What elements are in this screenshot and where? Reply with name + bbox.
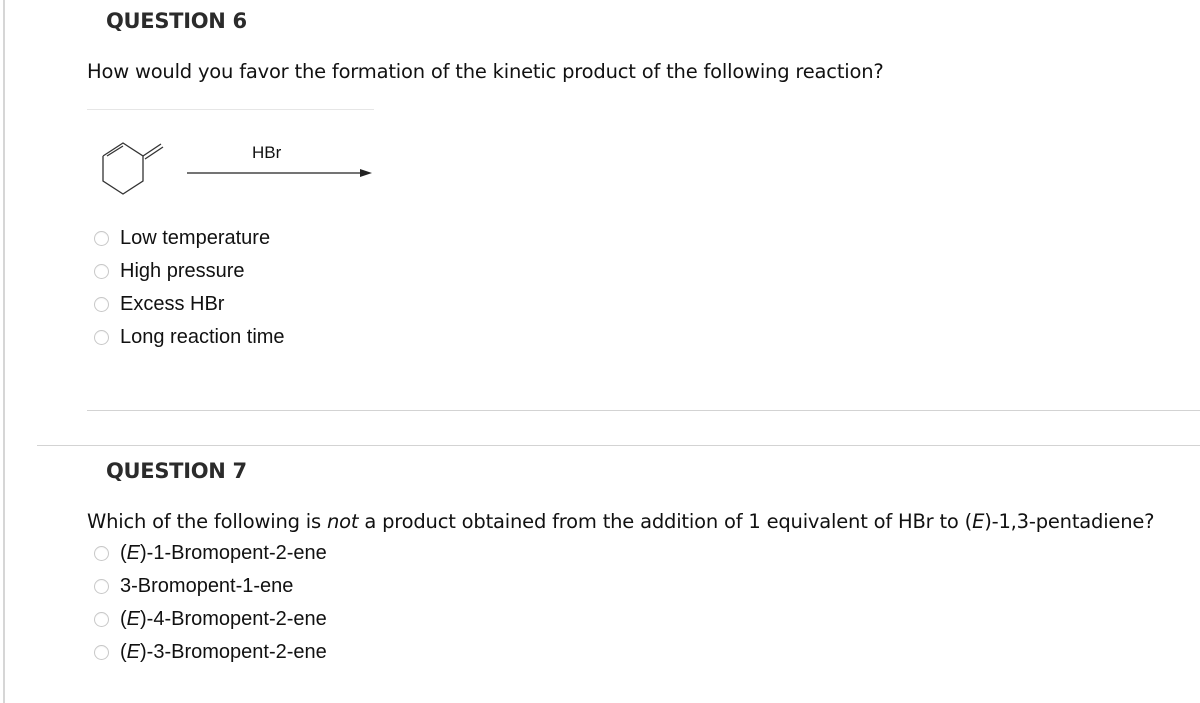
prompt-text: Which of the following is <box>87 510 327 533</box>
option-excess-hbr[interactable]: Excess HBr <box>94 289 224 319</box>
option-label: High pressure <box>120 259 245 282</box>
option-label: (E)-1-Bromopent-2-ene <box>120 541 327 564</box>
radio-button[interactable] <box>94 644 109 660</box>
radio-button[interactable] <box>94 263 109 279</box>
radio-button[interactable] <box>94 329 109 345</box>
question-divider <box>37 445 1200 446</box>
option-e-4-bromopent-2-ene[interactable]: (E)-4-Bromopent-2-ene <box>94 604 327 634</box>
left-border <box>3 0 5 703</box>
option-label: (E)-3-Bromopent-2-ene <box>120 640 327 663</box>
radio-button[interactable] <box>94 296 109 312</box>
option-e-1-bromopent-2-ene[interactable]: (E)-1-Bromopent-2-ene <box>94 538 327 568</box>
option-long-reaction-time[interactable]: Long reaction time <box>94 322 285 352</box>
option-low-temperature[interactable]: Low temperature <box>94 223 270 253</box>
radio-button[interactable] <box>94 611 109 627</box>
radio-button[interactable] <box>94 578 109 594</box>
question-7-prompt: Which of the following is not a product … <box>87 510 1155 533</box>
reactant-structure <box>102 142 164 195</box>
option-label: Long reaction time <box>120 325 285 348</box>
option-label: Excess HBr <box>120 292 225 315</box>
reagent-label: HBr <box>252 143 282 162</box>
prompt-emphasis: not <box>326 510 359 533</box>
prompt-text: )-1,3-pentadiene? <box>984 510 1155 533</box>
prompt-emphasis: E <box>972 510 985 533</box>
question-divider <box>87 410 1200 411</box>
option-high-pressure[interactable]: High pressure <box>94 256 245 286</box>
divider <box>87 109 374 110</box>
question-7-title: QUESTION 7 <box>106 459 247 483</box>
prompt-text: a product obtained from the addition of … <box>358 510 973 533</box>
question-6-prompt: How would you favor the formation of the… <box>87 60 884 83</box>
radio-button[interactable] <box>94 545 109 561</box>
right-arrow-icon <box>187 169 372 177</box>
option-label: Low temperature <box>120 226 271 249</box>
option-label: (E)-4-Bromopent-2-ene <box>120 607 327 630</box>
question-6-title: QUESTION 6 <box>106 9 247 33</box>
option-label: 3-Bromopent-1-ene <box>120 574 294 597</box>
radio-button[interactable] <box>94 230 109 246</box>
option-3-bromopent-1-ene[interactable]: 3-Bromopent-1-ene <box>94 571 293 601</box>
reaction-scheme <box>102 142 372 195</box>
option-e-3-bromopent-2-ene[interactable]: (E)-3-Bromopent-2-ene <box>94 637 327 667</box>
